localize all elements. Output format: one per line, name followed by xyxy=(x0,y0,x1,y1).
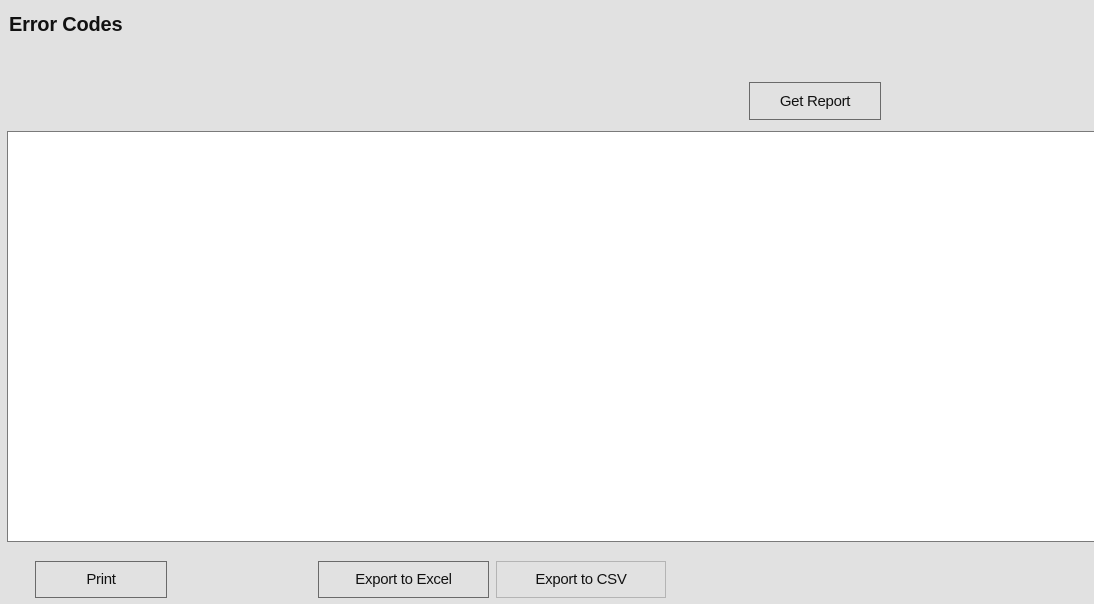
get-report-button[interactable]: Get Report xyxy=(749,82,881,120)
report-viewer[interactable] xyxy=(7,131,1094,542)
error-codes-panel: Error Codes Get Report Print Export to E… xyxy=(0,0,1094,604)
export-to-csv-button[interactable]: Export to CSV xyxy=(496,561,666,598)
page-title: Error Codes xyxy=(9,14,123,36)
print-button[interactable]: Print xyxy=(35,561,167,598)
export-to-excel-button[interactable]: Export to Excel xyxy=(318,561,489,598)
